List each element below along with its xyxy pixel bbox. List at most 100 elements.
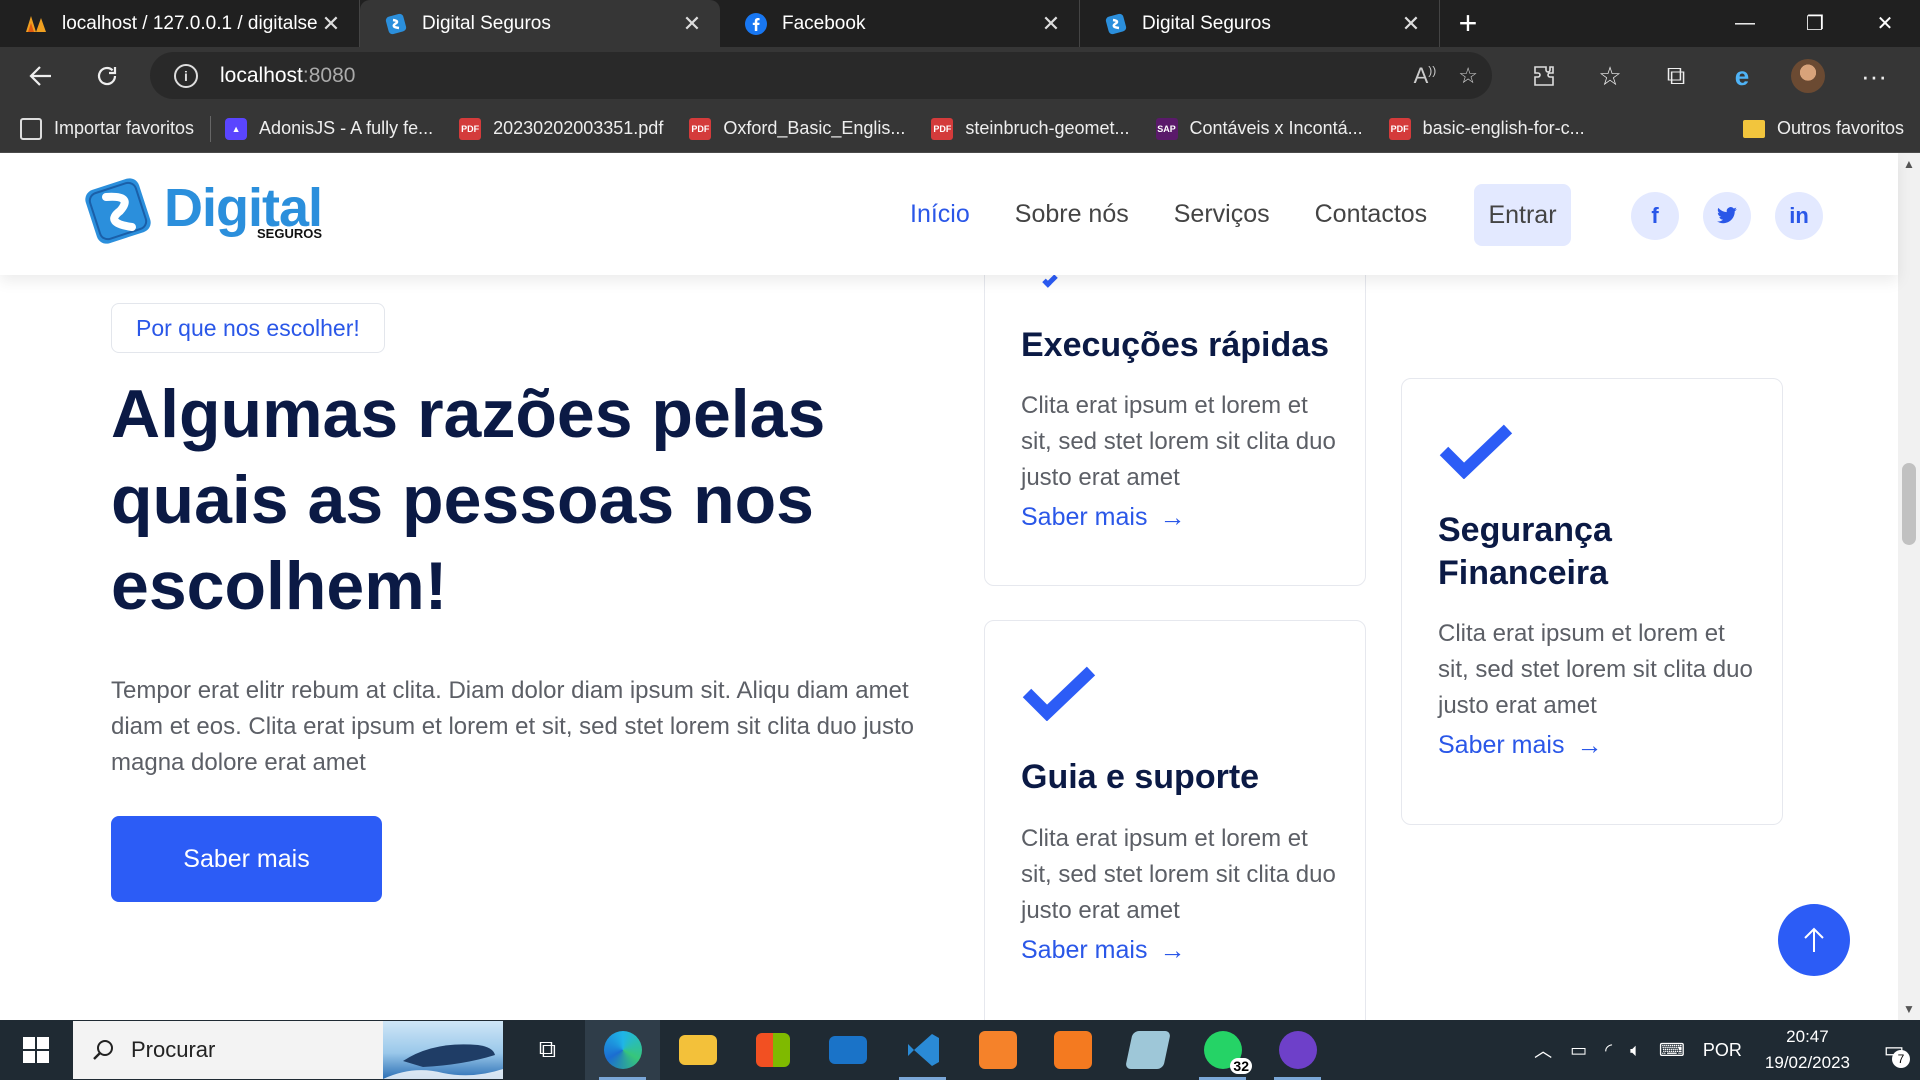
- bookmark-pdf-1[interactable]: PDF 20230202003351.pdf: [459, 117, 664, 140]
- minimize-icon[interactable]: —: [1710, 0, 1780, 47]
- github-desktop-icon[interactable]: [1260, 1020, 1335, 1080]
- card-link-label: Saber mais: [1021, 503, 1148, 531]
- card-link[interactable]: Saber mais →: [1438, 730, 1602, 761]
- arrow-right-icon: →: [1159, 502, 1186, 532]
- reload-icon[interactable]: [82, 51, 132, 101]
- whatsapp-icon[interactable]: 32: [1185, 1020, 1260, 1080]
- task-view-icon[interactable]: ⧉: [510, 1020, 585, 1080]
- nav-servicos[interactable]: Serviços: [1174, 200, 1270, 229]
- tab-facebook[interactable]: Facebook ✕: [720, 0, 1080, 47]
- taskbar-search[interactable]: Procurar: [73, 1021, 503, 1079]
- new-tab-button[interactable]: +: [1440, 0, 1496, 47]
- address-bar[interactable]: i localhost:8080 A)) ☆: [150, 52, 1492, 99]
- git-tool-icon[interactable]: [1035, 1020, 1110, 1080]
- back-icon[interactable]: [16, 51, 66, 101]
- bookmark-adonis[interactable]: ▲ AdonisJS - A fully fe...: [225, 117, 433, 140]
- wifi-icon[interactable]: ◜: [1605, 1040, 1612, 1061]
- start-button[interactable]: [0, 1020, 72, 1080]
- tab-title: Digital Seguros: [1142, 12, 1271, 34]
- pdf-icon: PDF: [931, 117, 954, 140]
- taskbar-clock[interactable]: 20:47 19/02/2023: [1765, 1024, 1850, 1076]
- extensions-icon[interactable]: [1518, 51, 1570, 101]
- whatsapp-badge: 32: [1230, 1058, 1252, 1074]
- notification-count: 7: [1892, 1050, 1910, 1068]
- site-info-icon[interactable]: i: [174, 63, 198, 88]
- folder-icon: [1742, 119, 1765, 138]
- tab-title: localhost / 127.0.0.1 / digitalsegu: [62, 12, 317, 34]
- nav-inicio[interactable]: Início: [910, 200, 970, 229]
- profile-avatar[interactable]: [1782, 51, 1834, 101]
- arrow-right-icon: →: [1159, 935, 1186, 965]
- phpmyadmin-icon: [24, 12, 48, 36]
- edge-taskbar-icon[interactable]: [585, 1020, 660, 1080]
- volume-icon[interactable]: 🔈︎: [1630, 1040, 1641, 1061]
- file-explorer-icon[interactable]: [660, 1020, 735, 1080]
- check-icon: [1022, 666, 1096, 721]
- feature-card: Segurança Financeira Clita erat ipsum et…: [1401, 378, 1783, 825]
- bookmark-label: Contáveis x Incontá...: [1189, 118, 1363, 138]
- page-viewport[interactable]: Digital SEGUROS Início Sobre nós Serviço…: [0, 153, 1920, 1020]
- scrollbar-thumb[interactable]: [1902, 463, 1916, 545]
- search-placeholder: Procurar: [131, 1037, 216, 1062]
- twitter-social-icon[interactable]: [1703, 192, 1751, 240]
- close-icon[interactable]: ✕: [1397, 11, 1425, 37]
- restore-icon[interactable]: ❐: [1780, 0, 1850, 47]
- tab-phpmyadmin[interactable]: localhost / 127.0.0.1 / digitalsegu ✕: [0, 0, 360, 47]
- close-icon[interactable]: ✕: [317, 11, 345, 37]
- site-logo[interactable]: Digital SEGUROS: [80, 171, 323, 251]
- login-button[interactable]: Entrar: [1474, 184, 1571, 246]
- battery-icon[interactable]: ▭: [1570, 1040, 1587, 1061]
- windows-icon: [23, 1037, 49, 1063]
- bookmark-label: 20230202003351.pdf: [493, 118, 664, 138]
- tab-digital-seguros-active[interactable]: Digital Seguros ✕: [360, 0, 720, 47]
- bookmark-pdf-4[interactable]: PDF basic-english-for-c...: [1388, 117, 1585, 140]
- bookmark-label: basic-english-for-c...: [1422, 118, 1585, 138]
- chevron-up-icon[interactable]: ︿: [1534, 1037, 1552, 1063]
- linkedin-social-icon[interactable]: in: [1775, 192, 1823, 240]
- address-host: localhost: [220, 63, 303, 87]
- scroll-down-icon[interactable]: ▼: [1898, 1002, 1920, 1016]
- read-aloud-icon[interactable]: A)): [1414, 63, 1437, 89]
- store-icon[interactable]: [735, 1020, 810, 1080]
- bookmark-import[interactable]: Importar favoritos: [20, 117, 194, 140]
- add-favorite-icon[interactable]: ☆: [1458, 63, 1478, 89]
- nav-sobre-nos[interactable]: Sobre nós: [1015, 200, 1129, 229]
- edge-icon[interactable]: e: [1716, 51, 1768, 101]
- language-indicator[interactable]: POR: [1703, 1040, 1742, 1061]
- tab-digital-seguros[interactable]: Digital Seguros ✕: [1080, 0, 1440, 47]
- xampp-icon[interactable]: [960, 1020, 1035, 1080]
- nav-contactos[interactable]: Contactos: [1315, 200, 1428, 229]
- screen: localhost / 127.0.0.1 / digitalsegu ✕ Di…: [0, 0, 1920, 1080]
- back-to-top-button[interactable]: [1778, 904, 1850, 976]
- collections-icon[interactable]: ⧉: [1650, 51, 1702, 101]
- mail-icon[interactable]: [810, 1020, 885, 1080]
- avatar: [1791, 59, 1825, 93]
- browser-toolbar: i localhost:8080 A)) ☆ ☆ ⧉ e ···: [0, 47, 1920, 105]
- bookmark-pdf-2[interactable]: PDF Oxford_Basic_Englis...: [689, 117, 905, 140]
- close-icon[interactable]: ✕: [678, 11, 706, 37]
- keyboard-icon[interactable]: ⌨︎: [1659, 1040, 1685, 1061]
- more-options-icon[interactable]: ···: [1848, 51, 1900, 101]
- vscode-icon[interactable]: [885, 1020, 960, 1080]
- other-favorites[interactable]: Outros favoritos: [1742, 118, 1904, 139]
- facebook-icon: [744, 12, 768, 36]
- facebook-social-icon[interactable]: f: [1631, 192, 1679, 240]
- notes-icon[interactable]: [1110, 1020, 1185, 1080]
- saber-mais-button[interactable]: Saber mais: [111, 816, 382, 902]
- card-link[interactable]: Saber mais →: [1021, 502, 1185, 533]
- taskbar-apps: ⧉ 32: [510, 1020, 1335, 1080]
- pdf-icon: PDF: [459, 117, 482, 140]
- card-title: Guia e suporte: [1021, 758, 1260, 796]
- bookmark-pdf-3[interactable]: PDF steinbruch-geomet...: [931, 117, 1130, 140]
- card-text: Clita erat ipsum et lorem et sit, sed st…: [1021, 392, 1336, 491]
- bookmark-sap[interactable]: SAP Contáveis x Incontá...: [1155, 117, 1363, 140]
- import-icon: [20, 117, 42, 140]
- notification-icon[interactable]: ▭ 7: [1868, 1020, 1920, 1080]
- favorites-icon[interactable]: ☆: [1584, 51, 1636, 101]
- close-icon[interactable]: ✕: [1037, 11, 1065, 37]
- card-link[interactable]: Saber mais →: [1021, 935, 1185, 966]
- close-window-icon[interactable]: ✕: [1850, 0, 1920, 47]
- scroll-up-icon[interactable]: ▲: [1898, 157, 1920, 171]
- card-text: Clita erat ipsum et lorem et sit, sed st…: [1021, 825, 1336, 924]
- page-scrollbar[interactable]: ▲ ▼: [1898, 153, 1920, 1020]
